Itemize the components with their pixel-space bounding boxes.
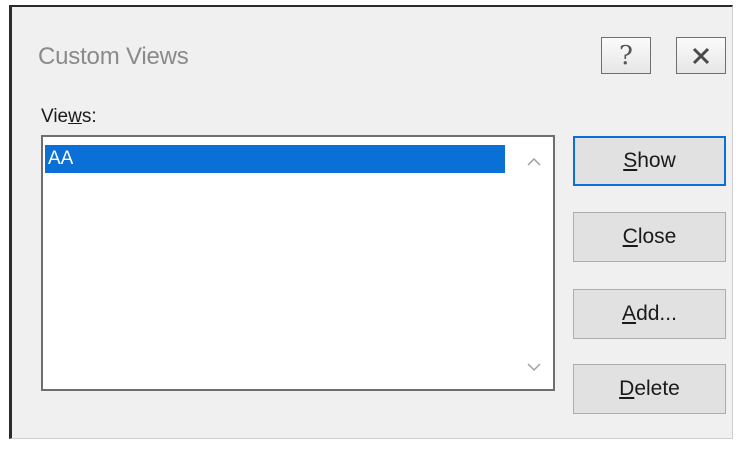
delete-button-mnemonic: D (619, 377, 635, 400)
list-item[interactable]: AA (45, 145, 505, 173)
views-label-post: s: (81, 106, 97, 127)
add-button[interactable]: Add... (573, 289, 726, 339)
custom-views-dialog: Custom Views ? Views: AA Show C lose A d… (9, 5, 733, 439)
add-button-mnemonic: A (622, 302, 637, 325)
views-label-mnemonic: w (68, 106, 82, 127)
add-button-label: dd... (636, 302, 677, 325)
show-button-mnemonic: S (623, 149, 638, 172)
delete-button[interactable]: Delete (573, 364, 726, 414)
views-listbox[interactable]: AA (41, 135, 555, 391)
show-button-label: how (637, 149, 676, 172)
scroll-down-arrow[interactable] (523, 359, 545, 377)
chevron-down-icon (527, 359, 541, 377)
close-button-mnemonic: C (622, 225, 638, 248)
views-label: Views: (41, 106, 97, 128)
close-button[interactable]: Close (573, 212, 726, 262)
close-x-icon (692, 47, 710, 65)
dialog-title: Custom Views (38, 43, 189, 70)
help-button[interactable]: ? (601, 37, 651, 74)
close-window-button[interactable] (676, 37, 726, 74)
close-button-label: lose (637, 225, 677, 248)
views-label-pre: Vie (41, 106, 69, 127)
delete-button-label: elete (634, 377, 680, 400)
show-button[interactable]: Show (573, 136, 726, 186)
chevron-up-icon (527, 153, 541, 171)
help-icon: ? (619, 40, 633, 71)
scroll-up-arrow[interactable] (523, 153, 545, 171)
